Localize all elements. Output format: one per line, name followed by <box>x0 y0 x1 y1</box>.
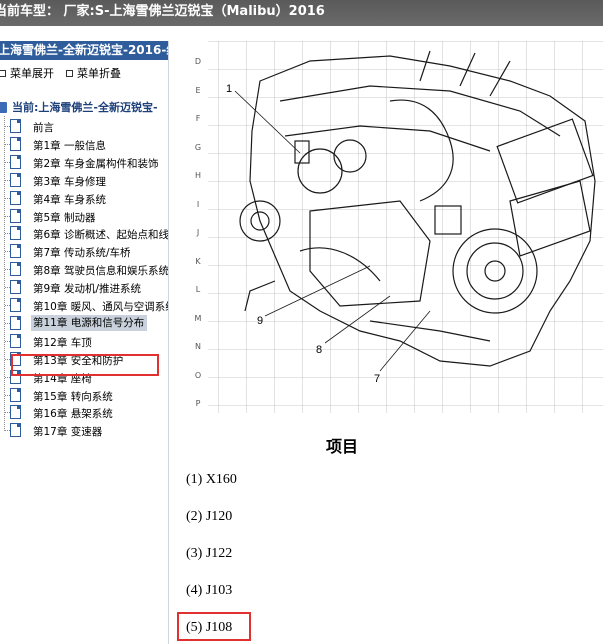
tree-item-label: 第15章 转向系统 <box>33 390 113 403</box>
document-icon <box>10 208 21 223</box>
document-icon <box>10 387 21 402</box>
document-icon <box>10 351 21 366</box>
window-title-bar: 当前车型： 厂家:S-上海雪佛兰迈锐宝（Malibu）2016 <box>0 0 603 26</box>
document-icon <box>10 280 21 295</box>
tree-item-chapter[interactable]: 第7章 传动系统/车桥 <box>0 243 168 260</box>
tree-item-label: 第14章 座椅 <box>33 372 92 385</box>
menu-collapse-label: 菜单折叠 <box>77 67 121 80</box>
book-icon <box>0 101 7 113</box>
tree-item-label: 第11章 电源和信号分布 <box>31 314 148 331</box>
engine-illustration: 1 7 8 9 <box>208 41 603 413</box>
document-icon <box>10 423 21 438</box>
grid-row-label: G <box>194 142 202 152</box>
tree-item-label: 第7章 传动系统/车桥 <box>33 247 131 260</box>
tree-item-chapter[interactable]: 第2章 车身金属构件和装饰 <box>0 154 168 171</box>
item-entry: (3) J122 <box>186 546 233 561</box>
document-icon <box>10 244 21 259</box>
items-heading: 项目 <box>326 437 359 456</box>
tree-item-chapter[interactable]: 第13章 安全和防护 <box>0 351 168 368</box>
tree-item-label: 第4章 车身系统 <box>33 193 107 206</box>
tree-item-label: 第8章 驾驶员信息和娱乐系统 <box>33 265 168 278</box>
menu-toolbar: 菜单展开 菜单折叠 <box>0 65 168 83</box>
tree-root-node[interactable]: 当前:上海雪佛兰-全新迈锐宝- <box>0 99 168 115</box>
tree-item-label: 第10章 暖风、通风与空调系统 <box>33 301 168 313</box>
grid-row-label: M <box>194 313 202 323</box>
tree-item-chapter[interactable]: 第17章 变速器 <box>0 422 168 439</box>
document-icon <box>10 298 21 312</box>
tree-item-chapter[interactable]: 第4章 车身系统 <box>0 190 168 207</box>
menu-expand-label: 菜单展开 <box>10 67 54 80</box>
document-icon <box>10 369 21 384</box>
grid-row-labels: D E F G H I J K L M N O P <box>190 41 220 413</box>
tree-item-label: 第13章 安全和防护 <box>33 354 124 367</box>
document-icon <box>10 405 21 420</box>
sidebar-header-title: 上海雪佛兰-全新迈锐宝-2016-维修 <box>0 43 168 57</box>
document-icon <box>10 136 21 151</box>
sidebar-header: 上海雪佛兰-全新迈锐宝-2016-维修 <box>0 41 168 60</box>
tree-item-chapter[interactable]: 前言 <box>0 118 168 135</box>
tree-item-chapter[interactable]: 第12章 车顶 <box>0 333 168 350</box>
expand-icon <box>0 69 6 77</box>
tree-item-chapter[interactable]: 第10章 暖风、通风与空调系统 <box>0 297 168 314</box>
document-icon <box>10 154 21 169</box>
grid-row-label: D <box>194 57 202 66</box>
tree-item-label: 第5章 制动器 <box>33 211 96 224</box>
callout-1: 1 <box>226 83 232 95</box>
document-icon <box>10 190 21 205</box>
menu-collapse-button[interactable]: 菜单折叠 <box>66 65 121 81</box>
document-icon <box>10 333 21 348</box>
document-icon <box>10 172 21 187</box>
grid-row-label: F <box>195 114 201 123</box>
tree-item-chapter[interactable]: 第11章 电源和信号分布 <box>0 314 168 332</box>
document-icon <box>10 119 21 133</box>
callout-7: 7 <box>374 373 380 385</box>
tree-item-chapter[interactable]: 第15章 转向系统 <box>0 387 168 404</box>
tree-item-label: 第1章 一般信息 <box>33 139 107 152</box>
tree-item-label: 第12章 车顶 <box>33 336 92 349</box>
grid-row-label: E <box>195 85 201 95</box>
grid-row-label: N <box>195 342 201 351</box>
grid-row-label: J <box>196 228 200 237</box>
grid-row-label: H <box>194 171 201 180</box>
tree-item-chapter[interactable]: 第1章 一般信息 <box>0 136 168 153</box>
document-icon <box>10 315 21 330</box>
tree-item-label: 第9章 发动机/推进系统 <box>33 283 142 296</box>
sidebar: 上海雪佛兰-全新迈锐宝-2016-维修 菜单展开 菜单折叠 当前:上海雪佛兰-全… <box>0 41 169 644</box>
tree-item-chapter[interactable]: 第6章 诊断概述、起始点和线路 <box>0 225 168 242</box>
collapse-icon <box>66 69 73 77</box>
item-entry: (4) J103 <box>186 583 233 598</box>
tree-item-chapter[interactable]: 第16章 悬架系统 <box>0 404 168 421</box>
grid-row-label: P <box>195 399 201 408</box>
document-icon <box>10 226 21 241</box>
grid-row-label: O <box>194 370 202 380</box>
tree-item-label: 第17章 变速器 <box>33 426 103 439</box>
tree-item-chapter[interactable]: 第8章 驾驶员信息和娱乐系统 <box>0 261 168 278</box>
engine-diagram: 1 7 8 9 D E F G H I J K L M N O P <box>190 41 603 413</box>
item-entry: (2) J120 <box>186 509 233 524</box>
tree-item-chapter[interactable]: 第5章 制动器 <box>0 208 168 225</box>
tree-item-label: 第16章 悬架系统 <box>33 408 113 421</box>
grid-row-label: L <box>195 285 201 294</box>
item-entry: (5) J108 <box>186 620 233 635</box>
tree-item-label: 第2章 车身金属构件和装饰 <box>33 157 159 170</box>
callout-9: 9 <box>257 315 263 327</box>
tree-item-label: 前言 <box>33 122 54 134</box>
window-title: 当前车型： 厂家:S-上海雪佛兰迈锐宝（Malibu）2016 <box>0 4 325 19</box>
menu-expand-button[interactable]: 菜单展开 <box>0 65 54 81</box>
grid-row-label: K <box>195 256 201 266</box>
tree-item-label: 第3章 车身修理 <box>33 175 107 188</box>
document-icon <box>10 262 21 277</box>
tree-item-chapter[interactable]: 第9章 发动机/推进系统 <box>0 279 168 296</box>
tree-root-label: 当前:上海雪佛兰-全新迈锐宝- <box>12 101 158 114</box>
tree-item-chapter[interactable]: 第3章 车身修理 <box>0 172 168 189</box>
callout-8: 8 <box>316 344 322 356</box>
grid-row-label: I <box>196 199 200 209</box>
tree-item-label: 第6章 诊断概述、起始点和线路 <box>33 229 168 242</box>
tree-item-chapter[interactable]: 第14章 座椅 <box>0 369 168 386</box>
item-entry: (1) X160 <box>186 472 237 487</box>
